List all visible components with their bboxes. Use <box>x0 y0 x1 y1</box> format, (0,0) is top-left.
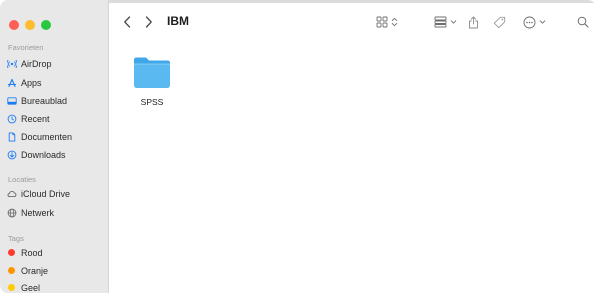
view-mode-button[interactable] <box>374 16 400 28</box>
sidebar-tag-orange[interactable]: Oranje <box>6 263 48 278</box>
tags-section-label: Tags <box>8 234 24 243</box>
airdrop-icon <box>6 58 17 69</box>
sidebar-item-label: Netwerk <box>21 207 55 218</box>
chevron-right-icon <box>145 16 152 28</box>
sidebar-item-downloads[interactable]: Downloads <box>6 147 66 162</box>
sidebar-item-apps[interactable]: Apps <box>6 75 42 90</box>
finder-window: Favorieten AirDrop Apps Bureaublad Recen… <box>0 0 596 293</box>
forward-button[interactable] <box>143 15 155 29</box>
sidebar-item-label: Downloads <box>21 149 66 160</box>
back-button[interactable] <box>121 15 133 29</box>
sidebar-item-label: Oranje <box>21 265 49 276</box>
chevron-down-icon <box>450 20 456 24</box>
group-icon <box>434 16 446 28</box>
orange-tag-dot-icon <box>8 267 15 274</box>
sidebar-item-network[interactable]: Netwerk <box>6 205 54 220</box>
more-actions-button[interactable] <box>521 15 547 29</box>
desktop-icon <box>6 95 17 106</box>
cloud-icon <box>6 188 17 199</box>
group-button[interactable] <box>432 16 458 28</box>
chevron-left-icon <box>124 16 131 28</box>
sidebar-item-desktop[interactable]: Bureaublad <box>6 93 67 108</box>
sidebar-item-label: Recent <box>21 113 50 124</box>
network-icon <box>6 207 17 218</box>
sidebar-tag-yellow[interactable]: Geel <box>6 280 40 293</box>
red-tag-dot-icon <box>8 249 15 256</box>
favorites-section-label: Favorieten <box>8 43 44 52</box>
sidebar-item-airdrop[interactable]: AirDrop <box>6 56 52 71</box>
chevron-down-icon <box>539 20 545 24</box>
tag-icon <box>493 16 506 28</box>
tag-button[interactable] <box>493 15 506 29</box>
locations-section-label: Locaties <box>8 175 36 184</box>
clock-icon <box>6 113 17 124</box>
chevron-up-down-icon <box>391 17 398 27</box>
grid-view-icon <box>376 16 388 28</box>
share-button[interactable] <box>467 15 480 29</box>
sidebar-item-label: Bureaublad <box>21 95 68 106</box>
sidebar-item-recent[interactable]: Recent <box>6 111 50 126</box>
sidebar-item-label: iCloud Drive <box>21 188 71 199</box>
zoom-window-button[interactable] <box>41 20 51 30</box>
file-browser-area <box>109 42 596 293</box>
download-icon <box>6 149 17 160</box>
sidebar-item-icloud-drive[interactable]: iCloud Drive <box>6 186 70 201</box>
sidebar-tag-red[interactable]: Rood <box>6 245 43 260</box>
sidebar-item-label: AirDrop <box>21 58 52 69</box>
search-icon <box>577 16 589 28</box>
search-button[interactable] <box>576 15 590 29</box>
apps-icon <box>6 77 17 88</box>
document-icon <box>6 131 17 142</box>
ellipsis-circle-icon <box>523 16 535 28</box>
sidebar: Favorieten AirDrop Apps Bureaublad Recen… <box>0 0 109 293</box>
sidebar-item-label: Apps <box>21 77 42 88</box>
traffic-lights <box>9 20 51 30</box>
window-title: IBM <box>167 14 189 28</box>
sidebar-item-label: Rood <box>21 247 43 258</box>
share-icon <box>469 16 478 28</box>
sidebar-item-documents[interactable]: Documenten <box>6 129 72 144</box>
folder-name-label[interactable]: SPSS <box>130 97 174 107</box>
close-window-button[interactable] <box>9 20 19 30</box>
folder-icon[interactable] <box>133 55 171 89</box>
minimize-window-button[interactable] <box>25 20 35 30</box>
sidebar-item-label: Geel <box>21 282 41 293</box>
yellow-tag-dot-icon <box>8 284 15 291</box>
sidebar-item-label: Documenten <box>21 131 73 142</box>
